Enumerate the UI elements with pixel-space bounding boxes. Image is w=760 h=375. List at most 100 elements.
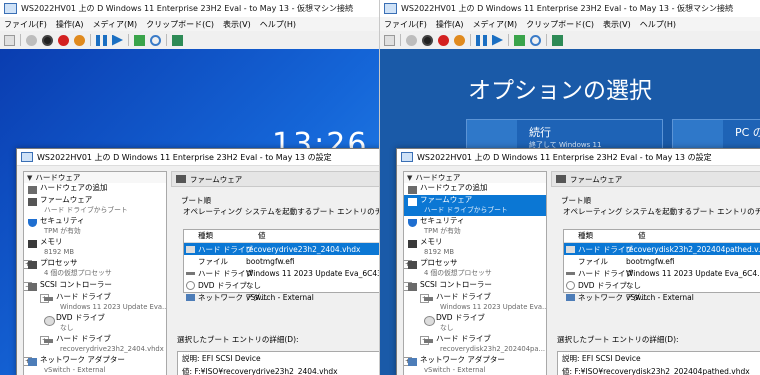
menu-action[interactable]: 操作(A)	[436, 19, 464, 30]
reset-icon[interactable]	[112, 34, 123, 46]
collapse-icon[interactable]: ▼	[407, 174, 412, 182]
col-value[interactable]: 値	[638, 230, 646, 242]
ctrl-alt-del-icon[interactable]	[384, 34, 395, 46]
menu-view[interactable]: 表示(V)	[603, 19, 631, 30]
tree-item-memory[interactable]: メモリ 8192 MB	[404, 237, 546, 258]
tree-item-security[interactable]: セキュリティ TPM が有効	[24, 216, 166, 237]
save-state-icon[interactable]	[74, 34, 85, 46]
boot-entry-row[interactable]: ファイル bootmgfw.efi	[564, 255, 760, 267]
menu-clipboard[interactable]: クリップボード(C)	[146, 19, 214, 30]
hardware-section-header[interactable]: ▼ ハードウェア	[24, 172, 166, 183]
toolbar-separator	[470, 34, 471, 46]
settings-window-icon	[401, 152, 413, 162]
save-state-icon[interactable]	[454, 34, 465, 46]
choose-option-title: オプションの選択	[468, 78, 652, 104]
firmware-icon	[408, 198, 417, 206]
revert-icon[interactable]	[150, 34, 161, 46]
right-screenshot: WS2022HV01 上の D Windows 11 Enterprise 23…	[380, 0, 760, 375]
tree-item-add-hardware[interactable]: ハードウェアの追加	[24, 183, 166, 195]
enhanced-session-icon[interactable]	[172, 34, 183, 46]
boot-entry-row[interactable]: ネットワーク アダ... vSwitch - External	[564, 291, 760, 303]
checkpoint-icon[interactable]	[514, 34, 525, 46]
boot-entry-details: 説明: EFI SCSI Device 値: F:¥ISO¥recoverydr…	[177, 351, 379, 375]
tree-item-hard-drive-1[interactable]: + ハード ドライブ Windows 11 2023 Update Eva...	[404, 292, 546, 313]
pause-icon[interactable]	[476, 34, 487, 46]
hardware-tree[interactable]: ▼ ハードウェア ハードウェアの追加 ファームウェア ハード ドライブからブート …	[403, 171, 547, 375]
menu-media[interactable]: メディア(M)	[473, 19, 518, 30]
boot-order-list[interactable]: 種類 値 ハード ドライブ recoverydrive23h2_2404.vhd…	[183, 229, 379, 302]
menu-file[interactable]: ファイル(F)	[384, 19, 427, 30]
boot-entry-row[interactable]: ファイル bootmgfw.efi	[184, 255, 379, 267]
boot-order-description: オペレーティング システムを起動するブート エントリのチェック順を選択	[183, 207, 380, 216]
collapse-icon[interactable]: ▼	[27, 174, 32, 182]
boot-entry-row[interactable]: DVD ドライブ なし	[184, 279, 379, 291]
hardware-section-header[interactable]: ▼ ハードウェア	[404, 172, 546, 183]
boot-order-label: ブート順	[181, 196, 211, 205]
boot-entry-row[interactable]: ハード ドライブ recoverydrive23h2_2404.vhdx	[184, 243, 379, 255]
tree-item-hard-drive-2[interactable]: + ハード ドライブ recoverydrive23h2_2404.vhdx	[24, 334, 166, 355]
start-icon[interactable]	[26, 34, 37, 46]
shield-icon	[28, 219, 37, 227]
menu-action[interactable]: 操作(A)	[56, 19, 84, 30]
boot-entry-row[interactable]: ハード ドライブ Windows 11 2023 Update Eva_6C43…	[184, 267, 379, 279]
col-type[interactable]: 種類	[564, 230, 638, 242]
boot-entry-row[interactable]: ハード ドライブ Windows 11 2023 Update Eva_6C4.…	[564, 267, 760, 279]
tree-item-dvd-drive[interactable]: DVD ドライブ なし	[24, 313, 166, 334]
turn-off-icon[interactable]	[42, 34, 53, 46]
boot-entry-row[interactable]: ネットワーク アダ... vSwitch - External	[184, 291, 379, 303]
tree-item-network-adapter[interactable]: + ネットワーク アダプター vSwitch - External	[24, 355, 166, 375]
col-type[interactable]: 種類	[184, 230, 258, 242]
shutdown-icon[interactable]	[438, 34, 449, 46]
scsi-controller-icon	[408, 283, 417, 291]
checkpoint-icon[interactable]	[134, 34, 145, 46]
boot-entry-row[interactable]: ハード ドライブ recoverydisk23h2_202404pathed.v…	[564, 243, 760, 255]
details-label: 選択したブート エントリの詳細(D):	[557, 335, 679, 344]
vm-title: WS2022HV01 上の D Windows 11 Enterprise 23…	[21, 4, 353, 13]
vm-menubar: ファイル(F) 操作(A) メディア(M) クリップボード(C) 表示(V) ヘ…	[0, 17, 379, 31]
boot-order-list[interactable]: 種類 値 ハード ドライブ recoverydisk23h2_202404pat…	[563, 229, 760, 302]
tree-item-hard-drive-2[interactable]: + ハード ドライブ recoverydisk23h2_202404pa...	[404, 334, 546, 355]
toolbar-separator	[20, 34, 21, 46]
tree-item-processor[interactable]: + プロセッサ 4 個の仮想プロセッサ	[24, 258, 166, 280]
hardware-tree[interactable]: ▼ ハードウェア ハードウェアの追加 ファームウェア ハード ドライブからブート …	[23, 171, 167, 375]
pause-icon[interactable]	[96, 34, 107, 46]
hard-drive-icon	[424, 297, 433, 301]
tree-item-scsi[interactable]: − SCSI コントローラー	[404, 280, 546, 292]
memory-icon	[408, 240, 417, 248]
tree-item-dvd-drive[interactable]: DVD ドライブ なし	[404, 313, 546, 334]
network-adapter-icon	[186, 293, 195, 301]
tree-item-firmware[interactable]: ファームウェア ハード ドライブからブート	[24, 195, 166, 216]
tree-item-processor[interactable]: + プロセッサ 4 個の仮想プロセッサ	[404, 258, 546, 280]
revert-icon[interactable]	[530, 34, 541, 46]
tree-item-memory[interactable]: メモリ 8192 MB	[24, 237, 166, 258]
turn-off-icon[interactable]	[422, 34, 433, 46]
hard-drive-icon	[424, 339, 433, 343]
menu-view[interactable]: 表示(V)	[223, 19, 251, 30]
tree-item-firmware[interactable]: ファームウェア ハード ドライブからブート	[404, 195, 546, 216]
boot-list-header: 種類 値	[564, 230, 760, 243]
tree-item-hard-drive-1[interactable]: + ハード ドライブ Windows 11 2023 Update Eva...	[24, 292, 166, 313]
reset-icon[interactable]	[492, 34, 503, 46]
ctrl-alt-del-icon[interactable]	[4, 34, 15, 46]
enhanced-session-icon[interactable]	[552, 34, 563, 46]
firmware-pane: ファームウェア ブート順 オペレーティング システムを起動するブート エントリの…	[551, 171, 760, 375]
menu-help[interactable]: ヘルプ(H)	[260, 19, 296, 30]
menu-help[interactable]: ヘルプ(H)	[640, 19, 676, 30]
firmware-icon	[556, 175, 566, 183]
settings-title: WS2022HV01 上の D Windows 11 Enterprise 23…	[37, 152, 332, 162]
shutdown-icon[interactable]	[58, 34, 69, 46]
file-icon	[186, 258, 195, 265]
toolbar-separator	[508, 34, 509, 46]
tree-item-network-adapter[interactable]: + ネットワーク アダプター vSwitch - External	[404, 355, 546, 375]
tree-item-add-hardware[interactable]: ハードウェアの追加	[404, 183, 546, 195]
tree-item-scsi[interactable]: − SCSI コントローラー	[24, 280, 166, 292]
tree-item-security[interactable]: セキュリティ TPM が有効	[404, 216, 546, 237]
menu-file[interactable]: ファイル(F)	[4, 19, 47, 30]
menu-media[interactable]: メディア(M)	[93, 19, 138, 30]
menu-clipboard[interactable]: クリップボード(C)	[526, 19, 594, 30]
col-value[interactable]: 値	[258, 230, 266, 242]
boot-entry-row[interactable]: DVD ドライブ なし	[564, 279, 760, 291]
hard-drive-icon	[186, 245, 195, 253]
file-icon	[566, 258, 575, 265]
start-icon[interactable]	[406, 34, 417, 46]
